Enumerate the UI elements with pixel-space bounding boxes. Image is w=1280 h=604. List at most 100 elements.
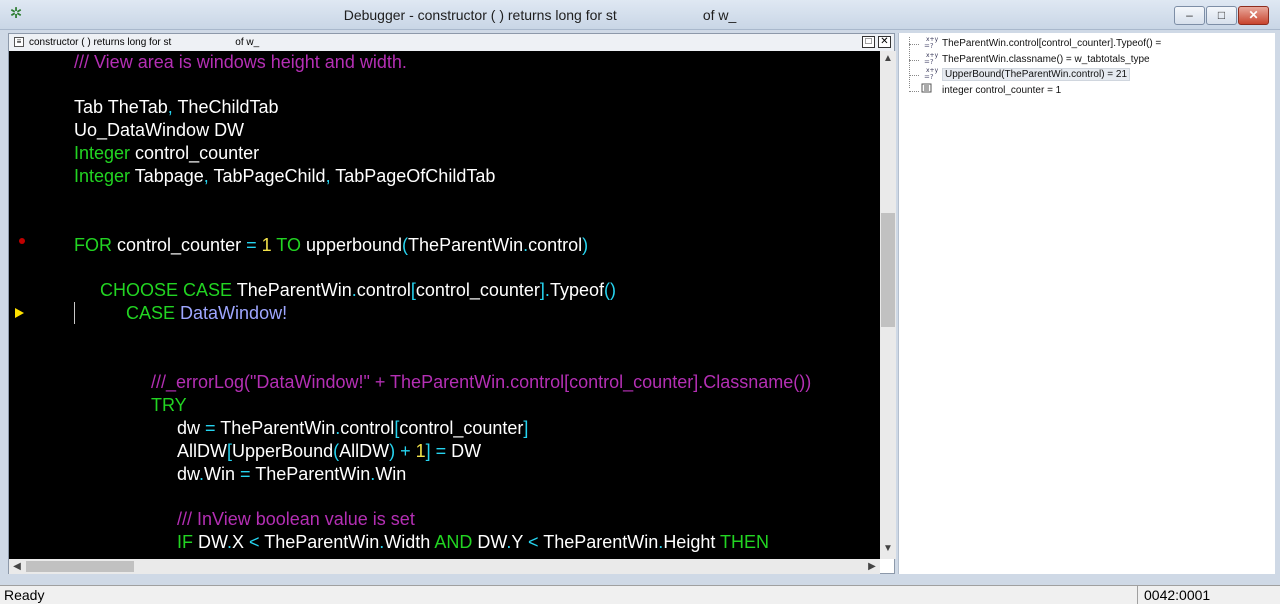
- code-token: TheParentWin: [264, 532, 380, 552]
- code-token: Integer: [74, 143, 136, 163]
- code-token: =: [240, 464, 256, 484]
- code-token: DW: [451, 441, 482, 461]
- tree-branch: [909, 59, 919, 61]
- code-token: Typeof: [549, 280, 604, 300]
- vertical-scrollbar[interactable]: ▲ ▼: [880, 51, 896, 559]
- expression-icon: x+y =?: [920, 35, 940, 51]
- code-token: TRY: [151, 395, 187, 415]
- code-token: control_counter: [415, 280, 540, 300]
- code-line[interactable]: TRY: [151, 394, 187, 416]
- code-token: Height: [663, 532, 721, 552]
- code-token: CHOOSE CASE: [100, 280, 237, 300]
- code-line[interactable]: ///_errorLog("DataWindow!" + TheParentWi…: [151, 371, 811, 393]
- code-token: control: [340, 418, 395, 438]
- code-token: control: [356, 280, 411, 300]
- doc-close-button[interactable]: ✕: [878, 36, 891, 48]
- code-token: Win: [375, 464, 407, 484]
- breakpoint-gutter[interactable]: [9, 51, 55, 559]
- code-line[interactable]: Tab TheTab, TheChildTab: [74, 96, 279, 118]
- code-token: Width: [384, 532, 435, 552]
- tree-branch: [909, 75, 919, 76]
- code-line[interactable]: Integer Tabpage, TabPageChild, TabPageOf…: [74, 165, 495, 187]
- code-token: DataWindow!: [180, 303, 288, 323]
- svg-text:=?: =?: [924, 73, 934, 80]
- code-line[interactable]: FOR control_counter = 1 TO upperbound(Th…: [74, 234, 588, 256]
- cursor-position: 0042:0001: [1137, 586, 1277, 604]
- code-token: X: [232, 532, 250, 552]
- code-token: TheParentWin: [236, 280, 352, 300]
- code-token: FOR: [74, 235, 117, 255]
- code-token: control_counter: [399, 418, 524, 438]
- code-line[interactable]: /// View area is windows height and widt…: [74, 51, 407, 73]
- code-line[interactable]: dw.Win = TheParentWin.Win: [177, 463, 406, 485]
- doc-restore-button[interactable]: □: [862, 36, 875, 48]
- variable-icon: [920, 82, 940, 98]
- code-token: TheParentWin: [408, 235, 524, 255]
- scroll-left-arrow-icon[interactable]: ◀: [9, 559, 25, 575]
- code-token: ///_errorLog("DataWindow!" + TheParentWi…: [151, 372, 812, 392]
- source-code-view[interactable]: /// View area is windows height and widt…: [55, 51, 880, 559]
- code-token: =: [205, 418, 221, 438]
- horizontal-scroll-thumb[interactable]: [26, 561, 134, 572]
- code-token: <: [249, 532, 265, 552]
- code-token: ,: [167, 97, 178, 117]
- code-token: AND: [434, 532, 478, 552]
- expression-icon: x+y =?: [920, 66, 940, 82]
- scroll-up-arrow-icon[interactable]: ▲: [880, 51, 896, 67]
- window-title: Debugger - constructor ( ) returns long …: [0, 7, 1080, 23]
- code-token: control_counter: [135, 143, 260, 163]
- script-document-icon: ≡: [14, 37, 24, 47]
- code-token: AllDW: [177, 441, 227, 461]
- code-token: dw: [177, 464, 200, 484]
- code-token: ): [582, 235, 589, 255]
- code-line[interactable]: AllDW[UpperBound(AllDW) + 1] = DW: [177, 440, 481, 462]
- code-token: control_counter: [117, 235, 247, 255]
- code-token: dw: [177, 418, 206, 438]
- code-token: UpperBound: [232, 441, 334, 461]
- watch-expression-label: integer control_counter = 1: [942, 84, 1062, 96]
- code-token: TO: [276, 235, 306, 255]
- code-token: TheParentWin: [255, 464, 371, 484]
- code-token: 1: [261, 235, 277, 255]
- code-token: /// View area is windows height and widt…: [74, 52, 407, 72]
- code-token: Uo_DataWindow DW: [74, 120, 245, 140]
- doc-title-prefix: constructor ( ) returns long for st: [29, 37, 172, 48]
- code-line[interactable]: Integer control_counter: [74, 142, 259, 164]
- status-text: Ready: [4, 587, 45, 603]
- minimize-button[interactable]: –: [1174, 6, 1205, 25]
- watch-pane: x+y =? TheParentWin.control[control_counte…: [898, 33, 1275, 574]
- code-line[interactable]: CASE DataWindow!: [126, 302, 287, 324]
- code-line[interactable]: CHOOSE CASE TheParentWin.control[control…: [100, 279, 616, 301]
- scroll-down-arrow-icon[interactable]: ▼: [880, 541, 896, 557]
- status-bar: Ready 0042:0001: [0, 585, 1280, 604]
- code-line[interactable]: Uo_DataWindow DW: [74, 119, 244, 141]
- code-token: TabPageOfChildTab: [335, 166, 496, 186]
- code-token: control: [528, 235, 583, 255]
- scroll-right-arrow-icon[interactable]: ▶: [864, 559, 880, 575]
- source-editor-frame: ≡ constructor ( ) returns long for st of …: [8, 33, 896, 574]
- code-token: TheParentWin: [220, 418, 336, 438]
- code-token: ) +: [389, 441, 416, 461]
- code-token: TheParentWin: [543, 532, 659, 552]
- vertical-scroll-thumb[interactable]: [881, 213, 895, 327]
- code-token: CASE: [126, 303, 181, 323]
- breakpoint-icon[interactable]: [19, 238, 25, 244]
- code-token: Win: [204, 464, 241, 484]
- svg-text:=?: =?: [924, 42, 934, 49]
- doc-title-suffix: of w_: [235, 37, 260, 48]
- horizontal-scrollbar[interactable]: ◀ ▶: [9, 559, 880, 574]
- close-window-button[interactable]: ✕: [1238, 6, 1269, 25]
- maximize-button[interactable]: □: [1206, 6, 1237, 25]
- source-document-title: constructor ( ) returns long for st of w_: [29, 34, 259, 51]
- title-bar: ✲ Debugger - constructor ( ) returns lon…: [0, 0, 1280, 30]
- window-title-suffix: of w_: [702, 7, 737, 23]
- code-token: Integer: [74, 166, 135, 186]
- code-token: <: [528, 532, 544, 552]
- current-line-arrow-icon: [15, 308, 24, 318]
- code-line[interactable]: dw = TheParentWin.control[control_counte…: [177, 417, 528, 439]
- code-token: TabPageChild: [213, 166, 326, 186]
- code-token: ] =: [425, 441, 452, 461]
- code-line[interactable]: IF DW.X < TheParentWin.Width AND DW.Y < …: [177, 531, 769, 553]
- source-document-tab[interactable]: ≡ constructor ( ) returns long for st of …: [9, 34, 894, 52]
- code-line[interactable]: /// InView boolean value is set: [177, 508, 415, 530]
